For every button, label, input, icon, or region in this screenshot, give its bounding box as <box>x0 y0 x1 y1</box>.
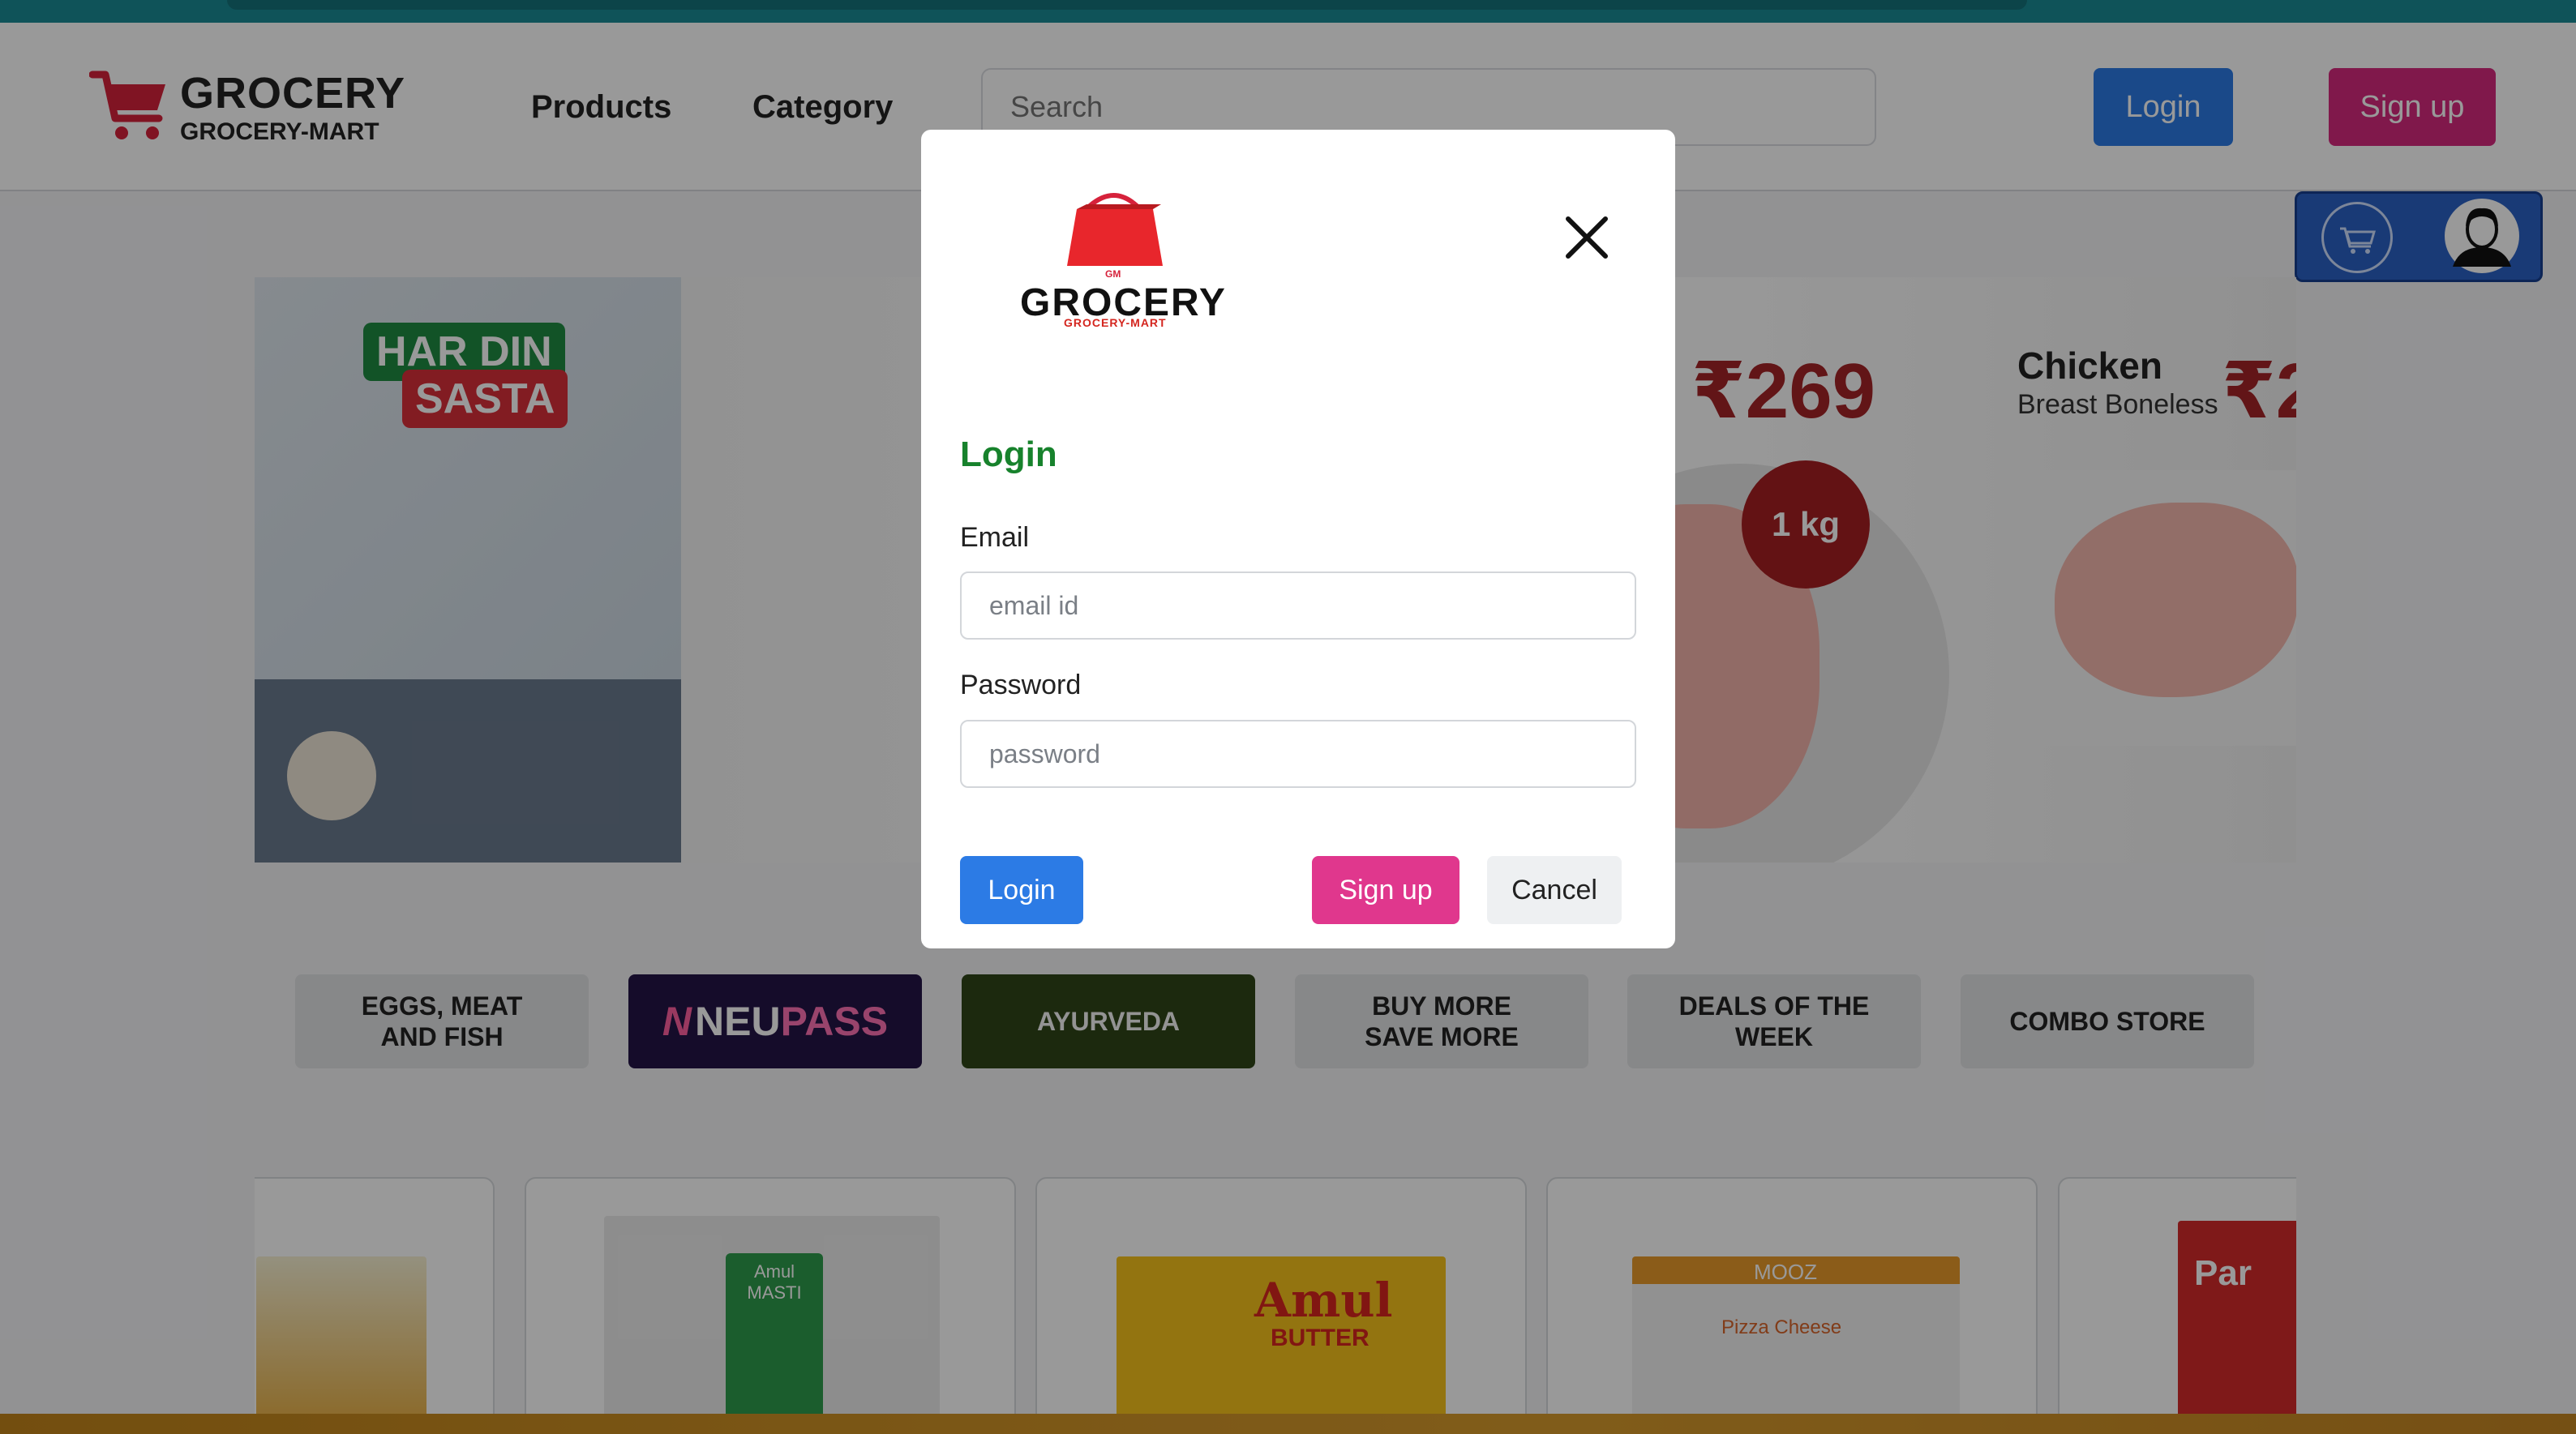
password-field[interactable] <box>960 720 1636 788</box>
email-field[interactable] <box>960 571 1636 640</box>
login-modal: GM GROCERY GROCERY-MART Login Email Pass… <box>921 130 1675 948</box>
login-submit-button[interactable]: Login <box>960 856 1083 924</box>
modal-logo-subtitle: GROCERY-MART <box>1064 316 1167 329</box>
password-label: Password <box>960 670 1082 700</box>
close-icon[interactable] <box>1554 204 1620 271</box>
signup-button[interactable]: Sign up <box>1312 856 1459 924</box>
modal-heading: Login <box>960 434 1057 474</box>
cancel-button[interactable]: Cancel <box>1487 856 1622 924</box>
logo-small-text: GM <box>1105 268 1121 280</box>
shopping-bag-icon: GM <box>1067 193 1163 280</box>
email-label: Email <box>960 522 1030 553</box>
